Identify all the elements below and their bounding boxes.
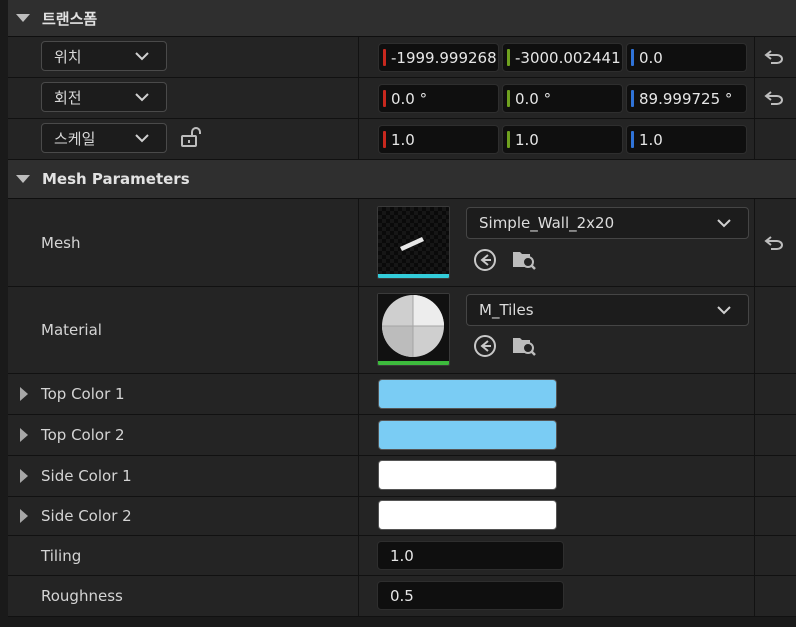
roughness-label: Roughness xyxy=(41,587,123,605)
browse-to-asset-icon[interactable] xyxy=(510,331,538,359)
mesh-asset-picker[interactable]: Simple_Wall_2x20 xyxy=(466,207,749,239)
roughness-field[interactable]: 0.5 xyxy=(377,581,564,610)
material-label: Material xyxy=(41,321,102,339)
tiling-field[interactable]: 1.0 xyxy=(377,541,564,570)
top-color-2-swatch[interactable] xyxy=(378,420,557,450)
side-color-2-label: Side Color 2 xyxy=(41,507,132,525)
material-asset-name: M_Tiles xyxy=(479,301,534,319)
chevron-down-icon xyxy=(717,306,731,315)
mesh-thumbnail[interactable] xyxy=(377,206,450,279)
mesh-parameters-title: Mesh Parameters xyxy=(42,170,190,188)
top-color-2-row: Top Color 2 xyxy=(8,415,796,456)
reset-to-default-icon[interactable] xyxy=(764,235,784,251)
use-selected-asset-icon[interactable] xyxy=(472,333,498,359)
location-combo[interactable]: 위치 xyxy=(41,41,167,71)
details-panel: 트랜스폼 위치 -1999.999268 -3000.002441 0.0 회전… xyxy=(0,0,796,627)
location-row: 위치 -1999.999268 -3000.002441 0.0 xyxy=(8,37,796,78)
location-y-field[interactable]: -3000.002441 xyxy=(502,43,623,72)
scale-y-field[interactable]: 1.0 xyxy=(502,125,623,154)
scale-z-field[interactable]: 1.0 xyxy=(626,125,747,154)
expand-arrow-icon[interactable] xyxy=(20,387,28,401)
location-label: 위치 xyxy=(54,47,82,66)
side-color-1-label: Side Color 1 xyxy=(41,467,132,485)
location-z-field[interactable]: 0.0 xyxy=(626,43,747,72)
tiling-label: Tiling xyxy=(41,546,82,565)
side-color-2-swatch[interactable] xyxy=(378,500,557,530)
chevron-down-icon xyxy=(135,134,149,143)
rotation-y-field[interactable]: 0.0 ° xyxy=(502,84,623,113)
material-thumbnail[interactable] xyxy=(377,293,450,366)
transform-section-title: 트랜스폼 xyxy=(42,9,98,28)
mesh-row: Mesh Simple_Wall_2x20 xyxy=(8,199,796,287)
rotation-row: 회전 0.0 ° 0.0 ° 89.999725 ° xyxy=(8,78,796,119)
mesh-asset-name: Simple_Wall_2x20 xyxy=(479,214,615,232)
top-color-2-label: Top Color 2 xyxy=(41,426,125,444)
rotation-z-field[interactable]: 89.999725 ° xyxy=(626,84,747,113)
reset-to-default-icon[interactable] xyxy=(764,90,784,106)
side-color-1-swatch[interactable] xyxy=(378,460,557,490)
rotation-combo[interactable]: 회전 xyxy=(41,82,167,112)
chevron-down-icon xyxy=(135,93,149,102)
browse-to-asset-icon[interactable] xyxy=(510,245,538,273)
expand-arrow-icon[interactable] xyxy=(20,509,28,523)
location-x-field[interactable]: -1999.999268 xyxy=(378,43,499,72)
expand-arrow-icon[interactable] xyxy=(20,428,28,442)
top-color-1-row: Top Color 1 xyxy=(8,374,796,415)
side-color-1-row: Side Color 1 xyxy=(8,456,796,497)
collapse-caret-icon xyxy=(16,14,30,22)
rotation-x-field[interactable]: 0.0 ° xyxy=(378,84,499,113)
chevron-down-icon xyxy=(135,52,149,61)
mesh-preview-image xyxy=(378,207,449,274)
top-color-1-label: Top Color 1 xyxy=(41,385,125,403)
scale-x-field[interactable]: 1.0 xyxy=(378,125,499,154)
expand-arrow-icon[interactable] xyxy=(20,469,28,483)
collapse-caret-icon xyxy=(16,175,30,183)
top-color-1-swatch[interactable] xyxy=(378,379,557,409)
material-asset-picker[interactable]: M_Tiles xyxy=(466,294,749,326)
reset-to-default-icon[interactable] xyxy=(764,49,784,65)
mesh-label: Mesh xyxy=(41,233,81,252)
unlock-icon[interactable] xyxy=(180,126,202,148)
scale-row: 스케일 1.0 1.0 1.0 xyxy=(8,119,796,160)
scale-label: 스케일 xyxy=(54,129,96,148)
side-color-2-row: Side Color 2 xyxy=(8,497,796,536)
tiling-row: Tiling 1.0 xyxy=(8,536,796,576)
rotation-label: 회전 xyxy=(54,88,82,107)
scale-combo[interactable]: 스케일 xyxy=(41,123,167,153)
chevron-down-icon xyxy=(717,219,731,228)
roughness-row: Roughness 0.5 xyxy=(8,576,796,617)
mesh-parameters-section-header[interactable]: Mesh Parameters xyxy=(8,160,796,199)
transform-section-header[interactable]: 트랜스폼 xyxy=(8,0,796,37)
material-preview-image xyxy=(378,294,449,361)
material-row: Material M_Tiles xyxy=(8,287,796,374)
use-selected-asset-icon[interactable] xyxy=(472,247,498,273)
